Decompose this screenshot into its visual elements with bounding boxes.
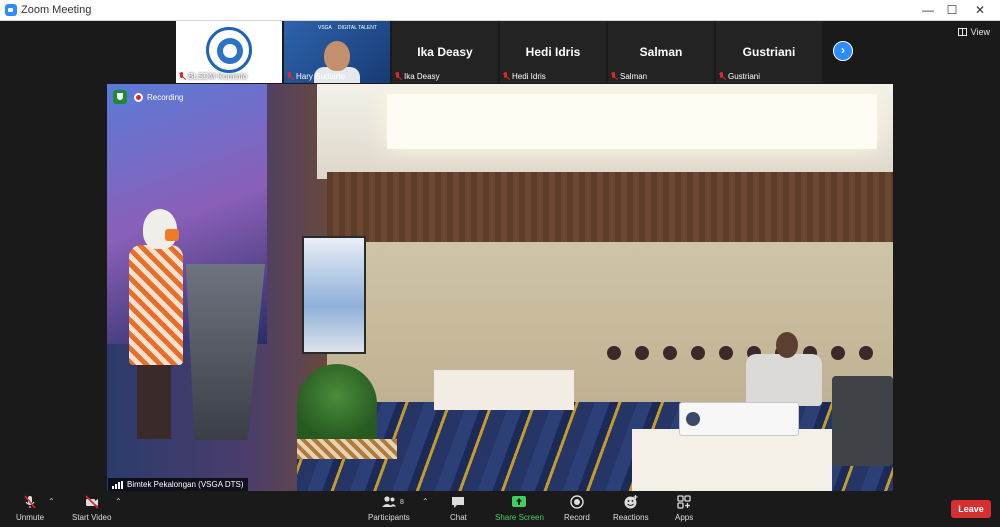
participant-video-face: [324, 41, 350, 71]
participant-tile-salman[interactable]: Salman Salman: [608, 21, 714, 83]
video-scene-front-table: [632, 429, 832, 492]
muted-mic-icon: [178, 72, 185, 81]
smiley-reaction-icon: [624, 495, 638, 509]
apps-button[interactable]: Apps: [675, 494, 693, 522]
video-scene-plant: [297, 364, 377, 444]
participant-footer: Ika Deasy: [394, 72, 440, 81]
muted-mic-icon: [502, 72, 509, 81]
main-speaker-video[interactable]: Recording Bimtek Pekalongan (VSGA DTS): [107, 84, 893, 492]
participant-display-name: Gustriani: [742, 45, 796, 59]
participant-tile-gustriani[interactable]: Gustriani Gustriani: [716, 21, 822, 83]
zoom-app-icon: [5, 4, 17, 16]
participant-tile-blsdm-kominfo[interactable]: BLSDM Kominfo: [176, 21, 282, 83]
chat-label: Chat: [450, 513, 467, 522]
participant-name: BLSDM Kominfo: [188, 72, 248, 81]
video-options-chevron-icon[interactable]: ⌃: [115, 497, 122, 506]
participant-footer: BLSDM Kominfo: [178, 72, 247, 81]
view-grid-icon: [957, 28, 967, 36]
record-button[interactable]: Record: [564, 494, 590, 522]
participant-footer: Salman: [610, 72, 647, 81]
window-title: Zoom Meeting: [21, 4, 92, 16]
muted-mic-icon: [718, 72, 725, 81]
meeting-stage: View BLSDM Kominfo VSGA DIGITAL TALENT H…: [0, 21, 1000, 492]
share-screen-button[interactable]: Share Screen: [495, 494, 544, 522]
apps-label: Apps: [675, 513, 694, 522]
participant-name: Salman: [620, 72, 648, 81]
muted-microphone-icon: [24, 495, 36, 509]
participants-count: 8: [400, 499, 404, 506]
apps-icon: [677, 495, 691, 509]
chat-bubble-icon: [452, 497, 465, 508]
unmute-label: Unmute: [16, 513, 45, 522]
participant-display-name: Salman: [639, 45, 683, 59]
meeting-toolbar: Unmute ⌃ Start Video ⌃ Participants 8 ⌃ …: [0, 491, 1000, 527]
video-scene-planter: [297, 439, 397, 459]
reactions-label: Reactions: [613, 513, 649, 522]
participants-options-chevron-icon[interactable]: ⌃: [422, 497, 429, 506]
video-scene-seated-participant: [722, 332, 822, 412]
start-video-button[interactable]: Start Video: [72, 494, 111, 522]
main-speaker-name: Bimtek Pekalongan (VSGA DTS): [127, 480, 244, 489]
participant-tile-hedi-idris[interactable]: Hedi Idris Hedi Idris: [500, 21, 606, 83]
participant-video-banner: VSGA DIGITAL TALENT: [284, 23, 390, 33]
main-speaker-label: Bimtek Pekalongan (VSGA DTS): [108, 478, 248, 491]
participant-strip: BLSDM Kominfo VSGA DIGITAL TALENT Hary B…: [176, 21, 826, 83]
kominfo-logo-icon: [206, 27, 252, 73]
video-scene-wood-panel: [327, 172, 893, 242]
participant-display-name: Ika Deasy: [417, 45, 473, 59]
share-screen-label: Share Screen: [495, 513, 544, 522]
video-off-icon: [85, 495, 99, 509]
video-scene-chairs: [832, 376, 893, 466]
participants-icon: [381, 496, 396, 507]
muted-mic-icon: [394, 72, 401, 81]
connection-signal-icon: [112, 480, 123, 489]
muted-mic-icon: [286, 72, 293, 81]
participants-label: Participants: [368, 513, 410, 522]
window-titlebar: Zoom Meeting — ☐ ✕: [0, 0, 1000, 21]
participant-footer: Gustriani: [718, 72, 760, 81]
unmute-button[interactable]: Unmute: [16, 494, 44, 522]
participant-name: Gustriani: [728, 72, 761, 81]
video-scene-table: [434, 370, 574, 410]
audio-options-chevron-icon[interactable]: ⌃: [48, 497, 55, 506]
participant-name: Hedi Idris: [512, 72, 546, 81]
share-screen-icon: [512, 496, 527, 507]
banner-text-left: VSGA: [318, 25, 332, 31]
participant-tile-ika-deasy[interactable]: Ika Deasy Ika Deasy: [392, 21, 498, 83]
participant-name: Ika Deasy: [404, 72, 440, 81]
banner-text-right: DIGITAL TALENT: [337, 25, 377, 31]
record-label: Record: [564, 513, 590, 522]
recording-label: Recording: [147, 92, 184, 102]
record-icon: [570, 495, 584, 509]
participant-display-name: Hedi Idris: [525, 45, 581, 59]
close-window-button[interactable]: ✕: [962, 0, 998, 21]
reactions-button[interactable]: Reactions: [613, 494, 649, 522]
participant-tile-hary-budiarto[interactable]: VSGA DIGITAL TALENT Hary Budiarto: [284, 21, 390, 83]
view-button[interactable]: View: [957, 27, 990, 37]
leave-button[interactable]: Leave: [951, 500, 991, 518]
start-video-label: Start Video: [72, 513, 112, 522]
participant-name: Hary Budiarto: [296, 72, 345, 81]
recording-indicator[interactable]: Recording: [134, 90, 183, 104]
recording-dot-icon: [134, 92, 143, 102]
next-participants-button[interactable]: ›: [833, 41, 853, 61]
view-button-label: View: [970, 27, 990, 37]
encryption-shield-icon[interactable]: [113, 90, 127, 104]
video-scene-speaker: [125, 209, 185, 439]
chat-button[interactable]: Chat: [450, 494, 467, 522]
video-scene-projector: [679, 402, 799, 436]
muted-mic-icon: [610, 72, 617, 81]
video-scene-projection-screen: [302, 236, 366, 354]
participant-footer: Hedi Idris: [502, 72, 546, 81]
participant-footer: Hary Budiarto: [286, 72, 345, 81]
video-scene-ceiling-light: [387, 94, 877, 149]
